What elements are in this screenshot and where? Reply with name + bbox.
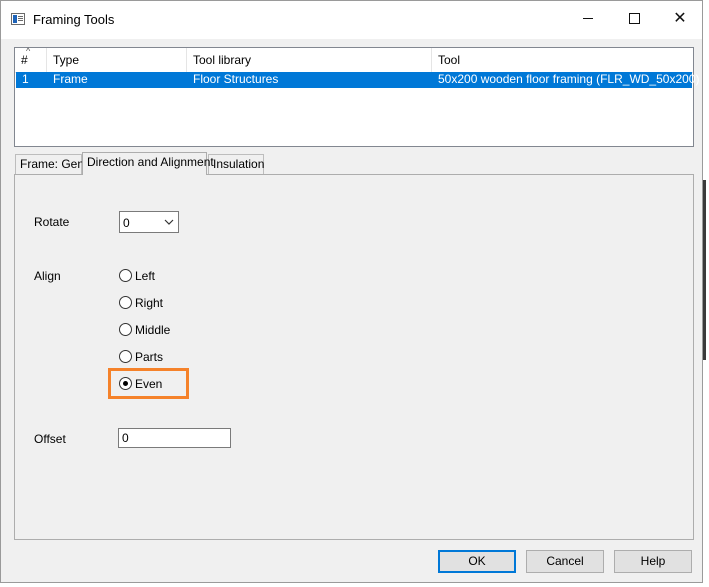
list-header: ^ # Type Tool library Tool: [15, 46, 693, 73]
maximize-button[interactable]: [611, 1, 657, 39]
radio-label: Right: [135, 296, 164, 310]
tab-insulation[interactable]: Insulation: [208, 154, 264, 174]
rotate-dropdown[interactable]: 0: [119, 211, 179, 233]
minimize-icon: [583, 18, 593, 20]
even-option-highlight: [108, 368, 189, 399]
radio-unchecked-icon: [119, 296, 132, 309]
column-header-type[interactable]: Type: [47, 48, 187, 72]
close-icon: ✕: [673, 10, 687, 27]
table-row[interactable]: 1 Frame Floor Structures 50x200 wooden f…: [16, 72, 700, 88]
cell-number: 1: [22, 72, 29, 86]
framing-tools-list[interactable]: ^ # Type Tool library Tool 1 Frame Floor…: [14, 46, 700, 147]
maximize-icon: [628, 13, 640, 25]
column-header-tool-library[interactable]: Tool library: [187, 48, 432, 72]
cancel-button[interactable]: Cancel: [526, 550, 604, 573]
cell-tool-library: Floor Structures: [193, 72, 279, 86]
ok-button[interactable]: OK: [438, 550, 516, 573]
radio-unchecked-icon: [119, 269, 132, 282]
tab-frame-gen[interactable]: Frame: Gen: [15, 154, 84, 174]
offset-input[interactable]: 0: [118, 428, 231, 448]
close-button[interactable]: ✕: [657, 1, 703, 39]
column-header-tool[interactable]: Tool: [432, 48, 693, 72]
background-window-edge: [703, 180, 706, 360]
offset-label: Offset: [34, 432, 66, 446]
radio-label: Parts: [135, 350, 164, 364]
sort-ascending-icon: ^: [26, 46, 31, 56]
radio-label: Left: [135, 269, 156, 283]
radio-unchecked-icon: [119, 323, 132, 336]
app-icon: [11, 13, 25, 25]
minimize-button[interactable]: [565, 1, 611, 39]
rotate-label: Rotate: [34, 215, 70, 229]
cell-tool: 50x200 wooden floor framing (FLR_WD_50x2…: [438, 72, 700, 86]
title-bar[interactable]: Framing Tools ✕: [1, 1, 702, 39]
radio-label: Middle: [135, 323, 171, 337]
align-label: Align: [34, 269, 61, 283]
tab-direction-and-alignment[interactable]: Direction and Alignment: [82, 152, 214, 175]
window-title: Framing Tools: [33, 12, 115, 27]
help-button[interactable]: Help: [614, 550, 692, 573]
framing-tools-dialog: Framing Tools ✕ ^ # Type Tool library To…: [0, 0, 703, 583]
column-header-number[interactable]: ^ #: [15, 46, 47, 72]
radio-unchecked-icon: [119, 350, 132, 363]
chevron-down-icon: [164, 215, 174, 232]
tab-panel: [14, 174, 694, 540]
rotate-value: 0: [123, 216, 130, 230]
cell-type: Frame: [53, 72, 88, 86]
